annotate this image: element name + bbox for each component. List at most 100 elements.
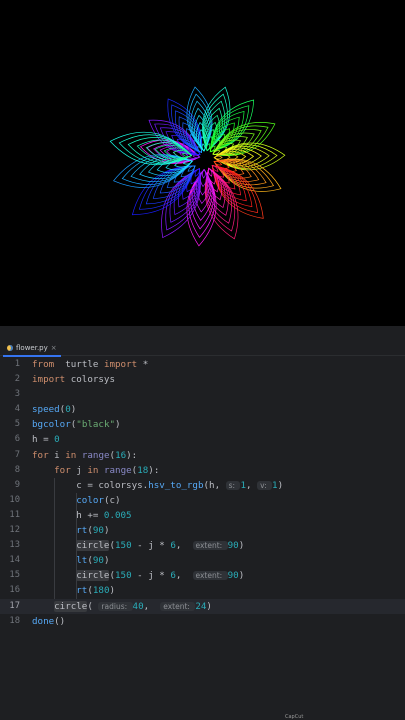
code-text: done() [32,614,65,629]
code-token: for [54,464,71,476]
code-token: 24 [195,600,207,612]
code-text: circle( radius: 40, extent: 24) [32,599,212,614]
code-line[interactable]: 14 lt(90) [0,553,405,568]
code-line[interactable]: 16 rt(180) [0,583,405,598]
code-token: "black" [76,419,116,431]
code-line[interactable]: 5 bgcolor("black") [0,417,405,432]
code-line[interactable]: 2 import colorsys [0,372,405,387]
line-number: 7 [14,449,20,460]
line-number: 9 [14,479,20,490]
code-text: import colorsys [32,372,115,387]
python-file-icon [7,344,13,351]
code-line[interactable]: 15 circle(150 - j * 6, extent: 90) [0,568,405,583]
code-token: i [48,449,66,461]
code-line[interactable]: 12 rt(90) [0,523,405,538]
line-number: 16 [9,585,20,596]
code-text: for i in range(16): [32,448,137,463]
code-line[interactable]: 4 speed(0) [0,402,405,417]
code-line[interactable]: 13 circle(150 - j * 6, extent: 90) [0,538,405,553]
tab-label: flower.py [16,343,48,352]
code-token: colorsys [65,374,115,386]
code-token: 0 [54,434,60,446]
code-token: circle [76,540,110,552]
line-number: 13 [9,540,20,551]
code-token: * [137,359,149,370]
code-area[interactable]: 1 from turtle import * 2 import colorsys 3 4 s… [0,357,405,629]
code-token: ) [109,585,116,597]
code-token: c = colorsys. [32,479,149,491]
code-token: 180 [92,585,110,597]
code-token: 150 [115,540,132,552]
line-number: 12 [9,525,20,536]
code-token: ) [115,419,121,431]
line-number: 2 [14,374,20,385]
line-number: 6 [14,434,20,445]
code-line[interactable]: 9 c = colorsys.hsv_to_rgb(h, s: 1, v: 1) [0,478,405,493]
code-line[interactable]: 11 h += 0.005 [0,508,405,523]
code-token: range [103,464,132,476]
code-text: rt(90) [32,523,109,538]
code-token: color [76,494,104,506]
code-token: hsv_to_rgb [148,479,204,491]
code-text: bgcolor("black") [32,417,121,432]
code-token: turtle [65,359,104,370]
code-token: circle [76,570,110,582]
code-line[interactable]: 8 for j in range(18): [0,463,405,478]
code-token: for [32,449,49,461]
code-token: () [54,615,66,627]
code-token: done [32,615,55,627]
code-text: from turtle import * [32,357,148,372]
inlay-hint: radius: [98,601,133,611]
code-text: for j in range(18): [32,463,159,478]
code-token: ) [238,540,245,552]
code-line[interactable]: 7 for i in range(16): [0,448,405,463]
code-token: 90 [227,540,239,552]
code-line[interactable]: 17 circle( radius: 40, extent: 24) [0,598,405,614]
code-line[interactable]: 1 from turtle import * [0,357,405,372]
line-number: 10 [9,494,20,505]
code-token: lt [76,555,88,567]
code-token: ): [126,449,138,461]
code-text: circle(150 - j * 6, extent: 90) [32,538,244,553]
code-token: j [70,464,88,476]
code-token: ): [148,464,160,476]
code-editor[interactable]: flower.py × 1 from turtle import * 2 import… [0,326,405,720]
line-number: 11 [9,509,20,520]
code-token: - j * [131,570,171,582]
line-number: 8 [14,464,20,475]
code-line[interactable]: 3 [0,387,405,402]
code-text: speed(0) [32,402,76,417]
line-number: 17 [9,600,20,611]
code-text: rt(180) [32,583,115,598]
code-line[interactable]: 10 color(c) [0,493,405,508]
inlay-hint: extent: [192,541,228,551]
line-number: 18 [9,615,20,626]
line-number: 3 [14,389,20,400]
code-line[interactable]: 18 done() [0,614,405,629]
code-token: h += [32,509,104,521]
code-token: 40 [132,600,144,612]
code-token: speed [32,404,60,416]
code-token: h = [32,434,55,446]
code-line[interactable]: 6 h = 0 [0,432,405,447]
code-token: rt [76,585,88,597]
line-number: 4 [14,404,20,415]
code-token: circle [54,600,88,612]
inlay-hint: s: [225,480,241,490]
close-icon[interactable]: × [51,344,57,352]
code-token: , [143,600,161,612]
flower-drawing [109,86,286,247]
code-token: ) [206,600,212,612]
code-token: , [246,479,258,491]
indent-guide [76,492,77,599]
code-text: h = 0 [32,432,60,447]
code-token: 90 [92,525,104,537]
code-token: bgcolor [32,419,71,431]
tab-flower-py[interactable]: flower.py × [3,340,61,357]
code-token: ( [87,600,99,612]
code-token: ) [238,570,245,582]
indent-guide [54,477,55,599]
